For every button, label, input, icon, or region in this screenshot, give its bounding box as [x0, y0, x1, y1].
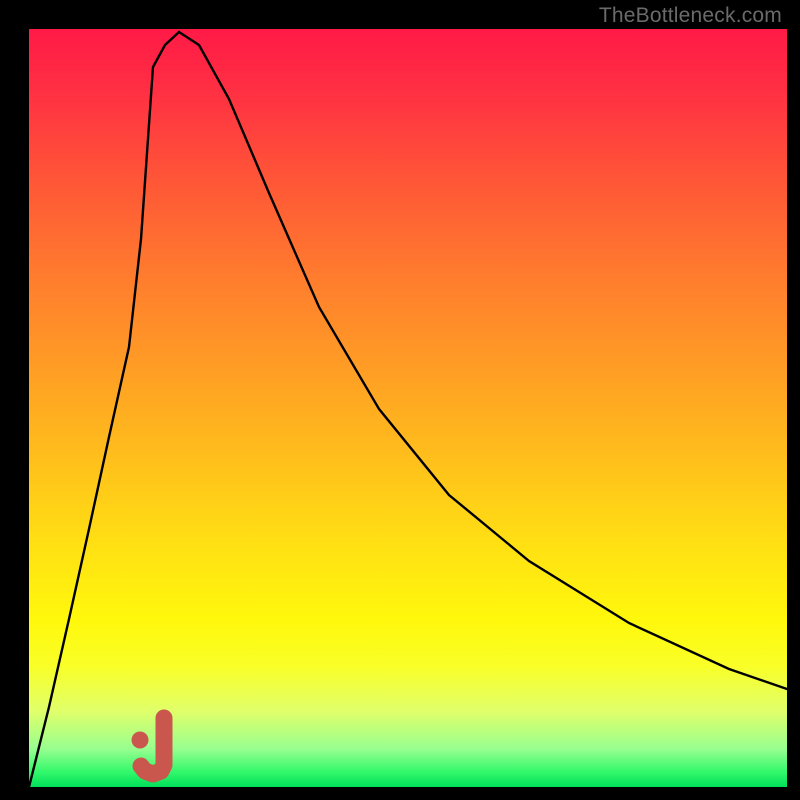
chart-frame: TheBottleneck.com — [0, 0, 800, 800]
j-marker-dot — [132, 732, 149, 749]
plot-area — [29, 29, 787, 787]
watermark-label: TheBottleneck.com — [599, 4, 782, 28]
chart-overlay — [29, 29, 787, 787]
bottleneck-curve — [29, 32, 787, 787]
